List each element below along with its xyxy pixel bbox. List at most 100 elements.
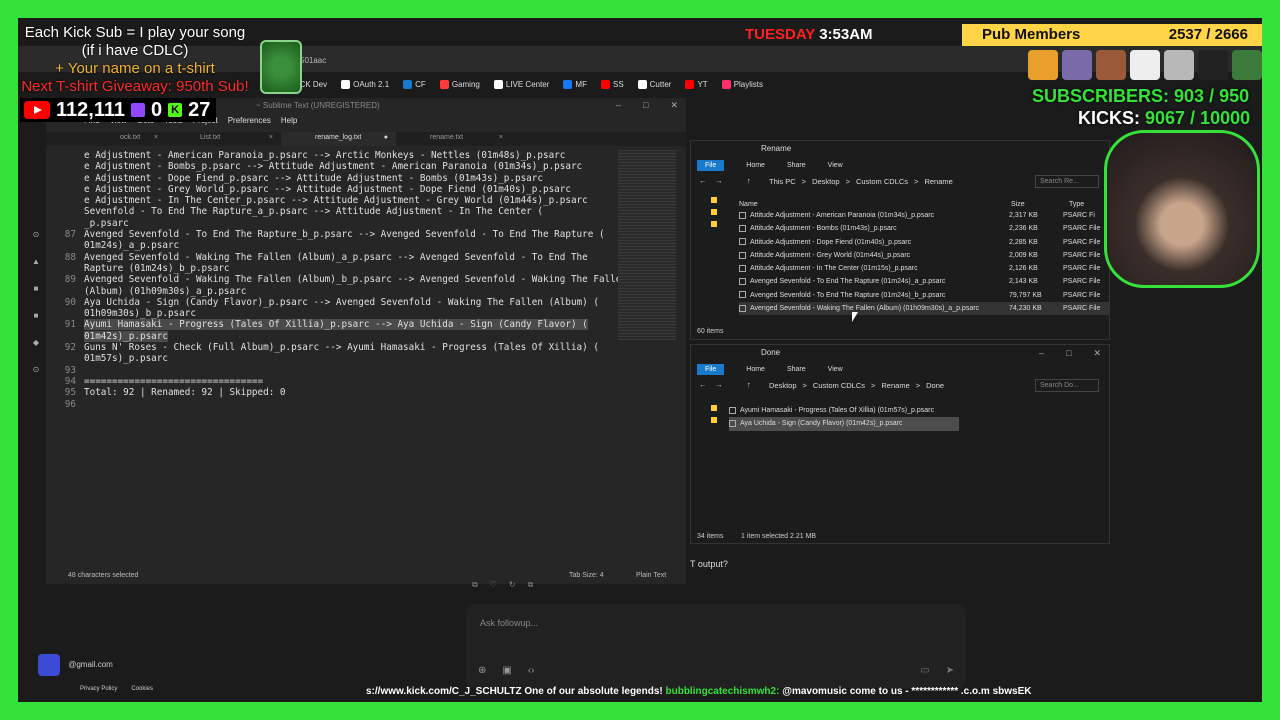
breadcrumb-item[interactable]: > [803, 381, 807, 390]
breadcrumb-item[interactable]: Custom CDLCs [856, 177, 908, 186]
tab-close-icon[interactable]: × [154, 134, 158, 141]
breadcrumb-item[interactable]: Desktop [812, 177, 840, 186]
sidebar-icon[interactable]: ⊙ [33, 365, 40, 374]
file-row[interactable]: Avenged Sevenfold - To End The Rapture (… [739, 275, 1109, 288]
folder-icon[interactable] [711, 417, 717, 423]
bookmark-item[interactable]: Gaming [439, 79, 480, 89]
maximize-icon[interactable]: □ [1066, 348, 1071, 359]
breadcrumb-item[interactable]: > [916, 381, 920, 390]
refresh-icon[interactable]: ↻ [509, 580, 516, 590]
breadcrumb-item[interactable]: This PC [769, 177, 796, 186]
up-icon[interactable]: ↑ [747, 176, 751, 185]
close-icon[interactable]: ✕ [670, 100, 678, 111]
file-row[interactable]: Attitude Adjustment - Grey World (01m44s… [739, 249, 1109, 262]
tab-home[interactable]: Home [746, 162, 765, 169]
tab-size[interactable]: Tab Size: 4 [569, 572, 604, 579]
attach-icon[interactable]: ▭ [920, 665, 929, 676]
tab-close-icon[interactable]: × [499, 134, 503, 141]
breadcrumb-item[interactable]: > [871, 381, 875, 390]
sidebar-icon[interactable]: ▲ [32, 257, 40, 266]
bookmark-item[interactable]: CF [403, 79, 426, 89]
tab-view[interactable]: View [828, 366, 843, 373]
column-size[interactable]: Size [1011, 201, 1025, 208]
editor-tab[interactable]: ock.txt × [46, 132, 166, 146]
menu-item[interactable]: Preferences [228, 116, 271, 125]
bookmark-item[interactable]: YT [685, 79, 708, 89]
folder-icon[interactable] [711, 197, 717, 203]
editor-tab[interactable]: rename.txt × [396, 132, 511, 146]
globe-icon[interactable]: ⊕ [478, 665, 486, 676]
column-type[interactable]: Type [1069, 201, 1084, 208]
breadcrumb-item[interactable]: Done [926, 381, 944, 390]
file-row[interactable]: Attitude Adjustment - Bombs (01m43s)_p.p… [739, 222, 1109, 235]
tab-share[interactable]: Share [787, 366, 806, 373]
bookmark-item[interactable]: Cutter [637, 79, 671, 89]
menu-item[interactable]: Help [281, 116, 297, 125]
sidebar-icon[interactable]: ■ [34, 311, 39, 320]
minimize-icon[interactable]: – [1039, 348, 1044, 359]
forward-icon[interactable]: → [715, 176, 723, 185]
copy-icon[interactable]: ⧉ [472, 580, 478, 590]
privacy-link[interactable]: Privacy Policy [80, 686, 117, 692]
folder-icon[interactable] [711, 405, 717, 411]
forward-icon[interactable]: → [715, 380, 723, 389]
file-row[interactable]: Attitude Adjustment - In The Center (01m… [739, 262, 1109, 275]
minimap[interactable] [618, 150, 676, 340]
avatar[interactable] [38, 654, 60, 676]
breadcrumb[interactable]: Desktop > Custom CDLCs > Rename > Done [769, 381, 944, 390]
search-input[interactable]: Search Do... [1035, 379, 1099, 392]
editor-tab[interactable]: List.txt × [166, 132, 281, 146]
breadcrumb-item[interactable]: > [802, 177, 806, 186]
sidebar-icon[interactable]: ◆ [33, 338, 39, 347]
code-editor[interactable]: e Adjustment - American Paranoia_p.psarc… [54, 150, 627, 410]
folder-icon[interactable] [711, 209, 717, 215]
sidebar-icon[interactable]: ■ [34, 284, 39, 293]
tab-view[interactable]: View [828, 162, 843, 169]
bookmark-item[interactable]: MF [563, 79, 587, 89]
breadcrumb-item[interactable]: > [846, 177, 850, 186]
tab-share[interactable]: Share [787, 162, 806, 169]
bookmark-item[interactable]: LIVE Center [493, 79, 549, 89]
breadcrumb-item[interactable]: > [914, 177, 918, 186]
file-row[interactable]: Ayumi Hamasaki - Progress (Tales Of Xill… [729, 404, 959, 417]
file-row[interactable]: Avenged Sevenfold - Waking The Fallen (A… [739, 302, 1109, 316]
code-icon[interactable]: ‹› [528, 665, 535, 676]
back-icon[interactable]: ← [699, 176, 707, 185]
file-row[interactable]: Avenged Sevenfold - To End The Rapture (… [739, 289, 1109, 302]
back-icon[interactable]: ← [699, 380, 707, 389]
breadcrumb-item[interactable]: Rename [881, 381, 909, 390]
maximize-icon[interactable]: □ [643, 100, 648, 111]
up-icon[interactable]: ↑ [747, 380, 751, 389]
image-icon[interactable]: ▣ [502, 665, 511, 676]
tab-home[interactable]: Home [746, 366, 765, 373]
bookmark-item[interactable]: SS [600, 79, 624, 89]
tab-file[interactable]: File [697, 363, 725, 375]
tab-close-icon[interactable]: × [269, 134, 273, 141]
file-row[interactable]: Attitude Adjustment - American Paranoia … [739, 209, 1109, 222]
sidebar-icon[interactable]: ⊙ [33, 230, 40, 239]
share-icon[interactable]: ⧉ [528, 580, 534, 590]
bookmark-item[interactable]: Playlists [721, 79, 763, 89]
tab-file[interactable]: File [697, 159, 725, 171]
thumbs-icon[interactable]: ♡ [490, 580, 497, 590]
close-icon[interactable]: ✕ [1093, 348, 1101, 359]
syntax-mode[interactable]: Plain Text [636, 572, 666, 579]
tab-close-icon[interactable]: ● [384, 134, 388, 141]
send-icon[interactable]: ➤ [946, 665, 954, 676]
minimize-icon[interactable]: – [616, 100, 621, 111]
file-row[interactable]: Attitude Adjustment - Dope Fiend (01m40s… [739, 236, 1109, 249]
address-bar[interactable]: 501aac [300, 56, 326, 65]
file-row[interactable]: Aya Uchida - Sign (Candy Flavor) (01m42s… [729, 417, 959, 431]
folder-icon[interactable] [711, 221, 717, 227]
bookmark-item[interactable]: OAuth 2.1 [341, 79, 389, 89]
breadcrumb[interactable]: This PC > Desktop > Custom CDLCs > Rename [769, 177, 953, 186]
breadcrumb-item[interactable]: Rename [924, 177, 952, 186]
chat-input-box[interactable]: Ask followup... ⊕ ▣ ‹› ▭ ➤ [466, 604, 966, 688]
search-input[interactable]: Search Re... [1035, 175, 1099, 188]
column-name[interactable]: Name [739, 201, 758, 208]
breadcrumb-item[interactable]: Custom CDLCs [813, 381, 865, 390]
editor-tab[interactable]: rename_log.txt ● [281, 132, 396, 146]
chat-input[interactable]: Ask followup... [480, 618, 538, 628]
breadcrumb-item[interactable]: Desktop [769, 381, 797, 390]
cookies-link[interactable]: Cookies [131, 686, 153, 692]
